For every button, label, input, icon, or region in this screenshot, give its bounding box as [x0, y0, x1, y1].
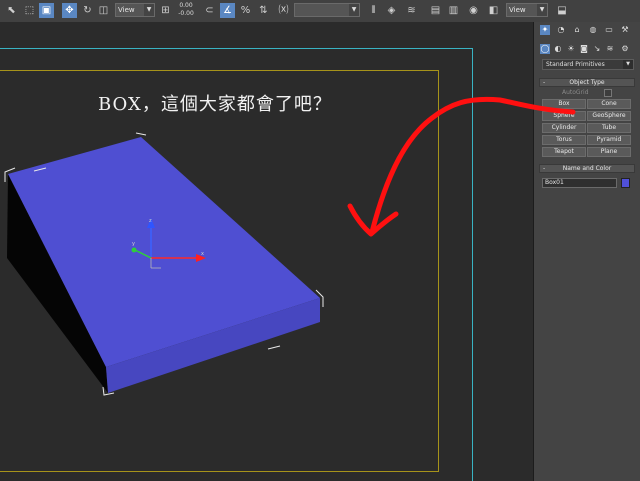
rollout-title: Object Type [569, 79, 605, 86]
geosphere-button[interactable]: GeoSphere [587, 111, 631, 121]
autogrid-checkbox[interactable] [604, 89, 612, 97]
hierarchy-tab-icon[interactable]: ⌂ [572, 25, 582, 35]
name-and-color-rollout-header[interactable]: - Name and Color [539, 164, 635, 173]
svg-text:x: x [201, 251, 204, 257]
sphere-button[interactable]: Sphere [542, 111, 586, 121]
motion-tab-icon[interactable]: ◍ [588, 25, 598, 35]
primitive-category-dropdown[interactable]: Standard Primitives ▼ [542, 59, 634, 70]
autogrid-label: AutoGrid [562, 89, 589, 96]
dropdown-arrow-icon: ▼ [144, 4, 154, 16]
curve-editor-icon[interactable]: ▤ [428, 3, 443, 18]
geometry-icon[interactable]: ◯ [540, 44, 550, 54]
torus-button[interactable]: Torus [542, 135, 586, 145]
select-scale-icon[interactable]: ◫ [96, 3, 111, 18]
tutorial-caption: BOX，這個大家都會了吧？ [98, 94, 332, 115]
render-setup-icon[interactable]: ◧ [486, 3, 501, 18]
dropdown-arrow-icon: ▼ [623, 60, 633, 69]
cylinder-button[interactable]: Cylinder [542, 123, 586, 133]
perspective-viewport[interactable]: z x y BOX，這個大家都會了吧？ [0, 22, 534, 481]
edit-named-selection-icon[interactable]: ⒳ [276, 3, 291, 18]
autogrid-option[interactable]: AutoGrid [539, 88, 635, 97]
plane-button[interactable]: Plane [587, 147, 631, 157]
modify-tab-icon[interactable]: ◔ [556, 25, 566, 35]
lights-icon[interactable]: ☀ [566, 44, 576, 54]
svg-text:z: z [149, 218, 152, 224]
select-object-icon[interactable]: ⬉ [4, 3, 19, 18]
material-editor-icon[interactable]: ◉ [466, 3, 481, 18]
tube-button[interactable]: Tube [587, 123, 631, 133]
select-rotate-icon[interactable]: ↻ [80, 3, 95, 18]
cone-button[interactable]: Cone [587, 99, 631, 109]
percent-snap-icon[interactable]: % [238, 3, 253, 18]
collapse-icon: - [543, 79, 546, 86]
space-warps-icon[interactable]: ≋ [605, 44, 615, 54]
spinner-snap-icon[interactable]: ⇅ [256, 3, 271, 18]
schematic-view-icon[interactable]: ▥ [446, 3, 461, 18]
display-tab-icon[interactable]: ▭ [604, 25, 614, 35]
systems-icon[interactable]: ⚙ [620, 44, 630, 54]
render-production-icon[interactable]: ⬓ [553, 3, 571, 18]
select-region-icon[interactable]: ⬚ [22, 3, 37, 18]
helpers-icon[interactable]: ↘ [592, 44, 602, 54]
pyramid-button[interactable]: Pyramid [587, 135, 631, 145]
mirror-icon[interactable]: ⫴ [366, 3, 381, 18]
box-button[interactable]: Box [542, 99, 586, 109]
spinner-value: 0.00 [179, 2, 193, 9]
category-value: Standard Primitives [546, 61, 605, 68]
teapot-button[interactable]: Teapot [542, 147, 586, 157]
align-icon[interactable]: ◈ [384, 3, 399, 18]
object-color-swatch[interactable] [621, 178, 630, 188]
pivot-center-icon[interactable]: ⊞ [158, 3, 173, 18]
named-selection-set-dropdown[interactable]: ▼ [294, 3, 360, 17]
object-name-field[interactable]: Box01 [542, 178, 617, 188]
utilities-tab-icon[interactable]: ⚒ [620, 25, 630, 35]
spinner-snap[interactable]: 0.00 -0.00 [176, 2, 196, 18]
cameras-icon[interactable]: ◙ [579, 44, 589, 54]
object-type-rollout-header[interactable]: - Object Type [539, 78, 635, 87]
svg-text:y: y [132, 241, 135, 247]
dropdown-arrow-icon: ▼ [537, 4, 547, 16]
render-view-value: View [509, 6, 526, 14]
select-move-icon[interactable]: ✥ [62, 3, 77, 18]
layer-manager-icon[interactable]: ≋ [404, 3, 419, 18]
dropdown-arrow-icon: ▼ [349, 4, 359, 16]
collapse-icon: - [543, 165, 546, 172]
window-crossing-icon[interactable]: ▣ [39, 3, 54, 18]
rollout-title: Name and Color [562, 165, 612, 172]
main-toolbar: ⬉ ⬚ ▣ ✥ ↻ ◫ View ▼ ⊞ 0.00 -0.00 ⊂ ∡ % ⇅ … [0, 0, 640, 23]
angle-snap-icon[interactable]: ∡ [220, 3, 235, 18]
command-panel: ✦ ◔ ⌂ ◍ ▭ ⚒ ◯ ◐ ☀ ◙ ↘ ≋ ⚙ Standard Primi… [534, 22, 640, 481]
ref-coord-system-value: View [118, 6, 135, 14]
ref-coord-system-dropdown[interactable]: View ▼ [115, 3, 155, 17]
render-view-dropdown[interactable]: View ▼ [506, 3, 548, 17]
create-tab-icon[interactable]: ✦ [540, 25, 550, 35]
spinner-value2: -0.00 [178, 10, 194, 17]
shapes-icon[interactable]: ◐ [553, 44, 563, 54]
snap-toggle-icon[interactable]: ⊂ [202, 3, 217, 18]
